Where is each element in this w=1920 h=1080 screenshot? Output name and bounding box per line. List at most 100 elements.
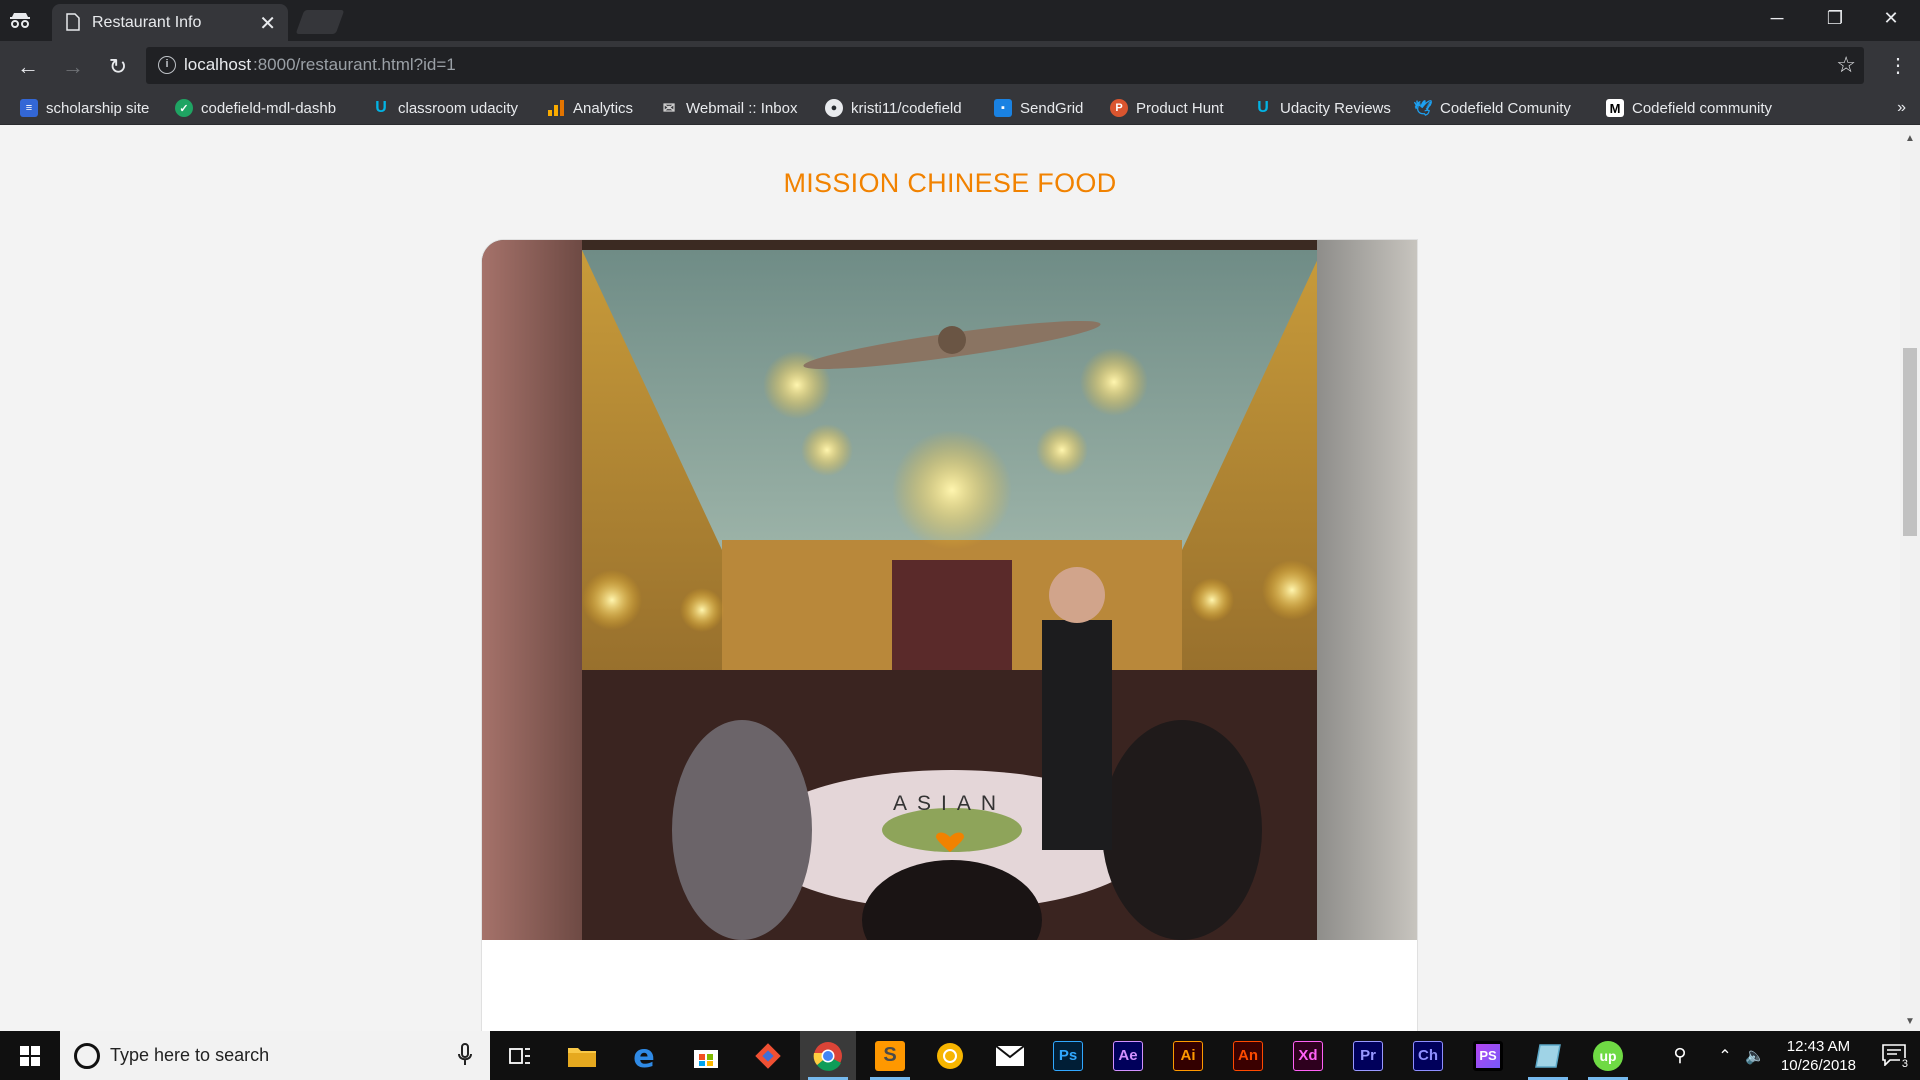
file-explorer-icon[interactable] xyxy=(554,1031,610,1080)
after-effects-icon[interactable]: Ae xyxy=(1100,1031,1156,1080)
premiere-glyph: Pr xyxy=(1353,1040,1383,1071)
task-view-icon[interactable] xyxy=(492,1031,548,1080)
store-icon[interactable] xyxy=(678,1031,734,1080)
people-icon[interactable]: ⚲ xyxy=(1662,1031,1698,1080)
character-animator-icon[interactable]: Ch xyxy=(1400,1031,1456,1080)
bookmark-item[interactable]: ✓ codefield-mdl-dashb xyxy=(175,97,343,119)
page-viewport: MISSION CHINESE FOOD ASIAN xyxy=(0,125,1920,1031)
sketch-icon[interactable] xyxy=(922,1031,978,1080)
bookmark-label: Analytics xyxy=(573,99,634,117)
bookmark-item[interactable]: 🕊 Codefield Comunity xyxy=(1413,97,1571,119)
udacity-icon: U xyxy=(375,99,387,116)
photoshop-glyph: Ps xyxy=(1053,1040,1083,1071)
udacity-icon: U xyxy=(1257,99,1269,116)
minimize-button[interactable]: ─ xyxy=(1748,0,1806,36)
windows-logo-icon xyxy=(20,1045,40,1066)
edge-glyph: e xyxy=(633,1036,655,1075)
taskbar-search-box[interactable]: Type here to search xyxy=(60,1031,490,1080)
animate-glyph: An xyxy=(1233,1040,1263,1071)
close-window-button[interactable]: ✕ xyxy=(1862,0,1920,36)
windows-start-button[interactable] xyxy=(0,1031,60,1080)
bookmark-label: kristi11/codefield xyxy=(851,99,962,117)
restore-button[interactable]: ❐ xyxy=(1806,0,1864,36)
google-forms-icon: ≡ xyxy=(20,99,38,117)
restaurant-card xyxy=(482,240,1417,1031)
mail-app-icon[interactable] xyxy=(982,1031,1038,1080)
chrome-icon[interactable] xyxy=(800,1031,856,1080)
page-scrollbar[interactable]: ▲ ▼ xyxy=(1900,125,1920,1031)
tray-chevron-up-icon[interactable]: ⌃ xyxy=(1710,1031,1740,1080)
tab-restaurant-info[interactable]: Restaurant Info ✕ xyxy=(52,4,288,41)
analytics-icon xyxy=(548,100,564,116)
document-icon xyxy=(66,13,80,31)
url-host: localhost xyxy=(184,55,252,74)
browser-menu-icon[interactable]: ⋮ xyxy=(1888,53,1908,78)
bookmarks-overflow-icon[interactable]: » xyxy=(1897,99,1906,117)
microphone-icon[interactable] xyxy=(458,1043,472,1067)
illustrator-icon[interactable]: Ai xyxy=(1160,1031,1216,1080)
url-path: :8000/restaurant.html?id=1 xyxy=(253,55,456,74)
bookmark-label: Codefield community xyxy=(1632,99,1773,117)
producthunt-icon: P xyxy=(1110,99,1128,117)
bookmark-item[interactable]: ✉ Webmail :: Inbox xyxy=(660,97,798,119)
bookmark-label: SendGrid xyxy=(1020,99,1084,117)
bookmark-item[interactable]: U Udacity Reviews xyxy=(1254,97,1391,119)
cuisine-label: ASIAN xyxy=(892,792,1007,815)
scroll-down-arrow-icon[interactable]: ▼ xyxy=(1905,1016,1915,1027)
medium-icon: M xyxy=(1606,99,1624,117)
new-tab-button[interactable] xyxy=(295,10,345,34)
bookmark-item[interactable]: M Codefield community xyxy=(1606,97,1774,119)
phpstorm-icon[interactable]: PS xyxy=(1460,1031,1516,1080)
address-bar[interactable]: i localhost :8000/restaurant.html?id=1 ☆ xyxy=(146,47,1864,84)
premiere-icon[interactable]: Pr xyxy=(1340,1031,1396,1080)
scroll-thumb[interactable] xyxy=(1903,348,1917,536)
scroll-up-arrow-icon[interactable]: ▲ xyxy=(1905,133,1915,144)
back-arrow-icon[interactable]: ← xyxy=(14,53,42,81)
tab-title: Restaurant Info xyxy=(92,14,202,31)
bookmark-label: Webmail :: Inbox xyxy=(686,99,798,117)
animate-icon[interactable]: An xyxy=(1220,1031,1276,1080)
taskbar-clock[interactable]: 12:43 AM 10/26/2018 xyxy=(1781,1037,1856,1075)
codefield-icon: ✓ xyxy=(175,99,193,117)
bookmark-label: Codefield Comunity xyxy=(1440,99,1571,117)
sublime-icon[interactable]: S xyxy=(862,1031,918,1080)
upwork-icon[interactable]: up xyxy=(1580,1031,1636,1080)
illustrator-glyph: Ai xyxy=(1173,1040,1203,1071)
git-icon[interactable] xyxy=(740,1031,796,1080)
volume-icon[interactable]: 🔈 xyxy=(1740,1031,1770,1080)
notification-count: 3 xyxy=(1899,1058,1910,1070)
edge-icon[interactable]: e xyxy=(616,1031,672,1080)
xd-icon[interactable]: Xd xyxy=(1280,1031,1336,1080)
bookmark-item[interactable]: ▪ SendGrid xyxy=(994,97,1083,119)
search-placeholder: Type here to search xyxy=(110,1045,270,1065)
bookmark-star-icon[interactable]: ☆ xyxy=(1836,52,1856,78)
tab-close-icon[interactable]: ✕ xyxy=(259,11,276,36)
site-info-icon[interactable]: i xyxy=(158,56,176,74)
windows-taskbar: Type here to search e S Ps Ae Ai An Xd P… xyxy=(0,1031,1920,1080)
after-effects-glyph: Ae xyxy=(1113,1040,1143,1071)
forward-arrow-icon[interactable]: → xyxy=(59,53,87,81)
notification-center-icon[interactable]: 3 xyxy=(1882,1044,1910,1070)
upwork-glyph: up xyxy=(1593,1040,1623,1071)
photoshop-icon[interactable]: Ps xyxy=(1040,1031,1096,1080)
cortana-icon xyxy=(74,1043,100,1069)
bookmark-label: classroom udacity xyxy=(398,99,519,117)
favorite-heart-icon[interactable] xyxy=(934,832,966,852)
bookmark-label: codefield-mdl-dashb xyxy=(201,99,337,117)
character-animator-glyph: Ch xyxy=(1413,1040,1443,1071)
github-icon: ● xyxy=(825,99,843,117)
browser-titlebar: Restaurant Info ✕ ─ ❐ ✕ xyxy=(0,0,1920,41)
reload-icon[interactable]: ↻ xyxy=(104,53,132,81)
incognito-icon[interactable] xyxy=(8,8,32,32)
bookmark-item[interactable]: U classroom udacity xyxy=(372,97,518,119)
xd-glyph: Xd xyxy=(1293,1040,1323,1071)
bookmark-item[interactable]: P Product Hunt xyxy=(1110,97,1224,119)
bookmarks-bar: ≡ scholarship site ✓ codefield-mdl-dashb… xyxy=(0,91,1920,125)
phpstorm-glyph: PS xyxy=(1473,1040,1503,1071)
bookmark-item[interactable]: Analytics xyxy=(547,97,633,119)
bookmark-item[interactable]: ● kristi11/codefield xyxy=(825,97,962,119)
notepad-icon[interactable] xyxy=(1520,1031,1576,1080)
bookmark-label: Udacity Reviews xyxy=(1280,99,1391,117)
browser-toolbar: ← → ↻ i localhost :8000/restaurant.html?… xyxy=(0,41,1920,91)
bookmark-item[interactable]: ≡ scholarship site xyxy=(20,97,149,119)
